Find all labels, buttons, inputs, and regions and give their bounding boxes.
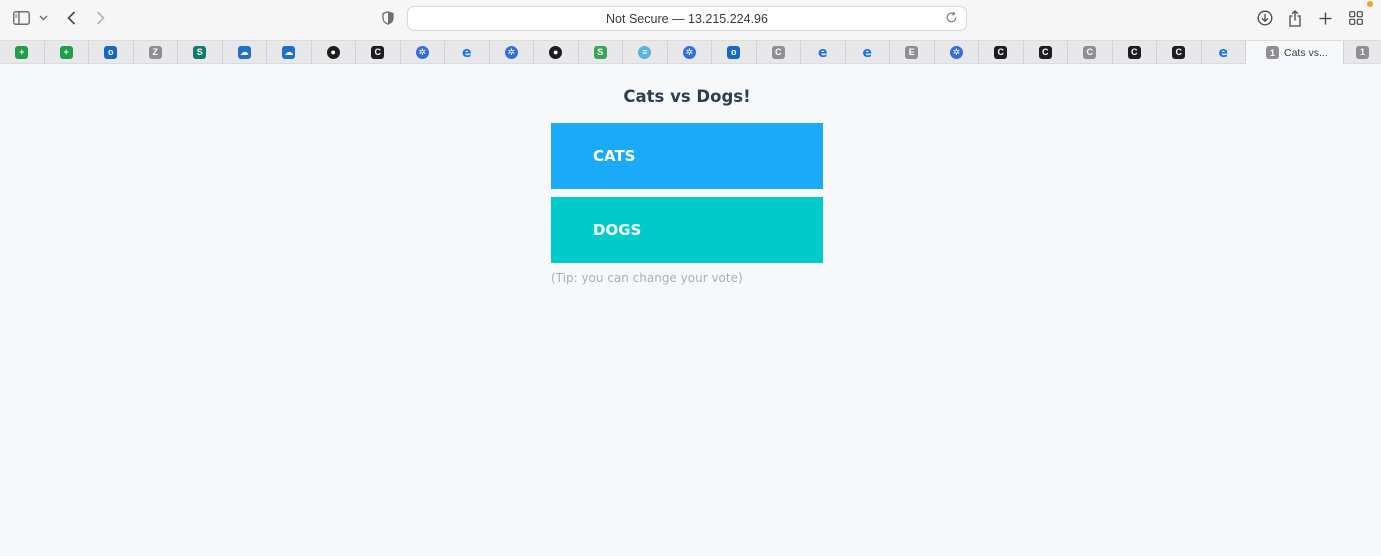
plus-icon[interactable]	[1317, 7, 1333, 29]
github-icon: ●	[326, 46, 340, 59]
e-icon: E	[905, 46, 919, 59]
vote-cats-button[interactable]: CATS	[551, 123, 823, 189]
shield-icon[interactable]	[380, 7, 396, 29]
pinned-tab[interactable]: C	[979, 41, 1024, 64]
notion-icon: C	[1038, 46, 1052, 59]
pinned-tab[interactable]: ☁	[267, 41, 312, 64]
outlook-icon: o	[727, 46, 741, 59]
pinned-tab[interactable]: C	[757, 41, 801, 64]
browser-toolbar: Not Secure — 13.215.224.96	[0, 0, 1381, 38]
sheets-icon: +	[59, 46, 73, 59]
pinned-tab[interactable]: o	[712, 41, 757, 64]
c-icon: C	[1083, 46, 1097, 59]
tab-label: Cats vs...	[1284, 46, 1328, 59]
kubernetes-icon: ✲	[949, 46, 963, 59]
pinned-tab[interactable]: C	[356, 41, 401, 64]
pinned-tab[interactable]: Z	[134, 41, 178, 64]
tab-badge: 1	[1266, 46, 1279, 59]
edge-icon: e	[862, 44, 873, 61]
pinned-tab[interactable]: C	[1068, 41, 1113, 64]
github-icon: ●	[549, 46, 563, 59]
reload-icon[interactable]	[945, 11, 958, 27]
c-icon: C	[771, 46, 785, 59]
notion-icon: C	[1172, 46, 1186, 59]
feedly-icon: S	[593, 46, 607, 59]
tab-cats-vs-dogs[interactable]: 1 Cats vs...	[1246, 41, 1344, 64]
address-text: Not Secure — 13.215.224.96	[606, 11, 768, 26]
pinned-tab[interactable]: e	[1202, 41, 1246, 64]
pinned-tab[interactable]: +	[45, 41, 89, 64]
download-icon[interactable]	[1256, 7, 1273, 29]
page-title: Cats vs Dogs!	[623, 87, 751, 106]
notion-icon: C	[994, 46, 1008, 59]
pinned-tab[interactable]: ●	[312, 41, 356, 64]
tab-bar: + + o Z S ☁ ☁ ● C ✲ e ✲ ● S ≡ ✲ o Ce e E ✲ C C C C Ce 1 Cats vs..…	[0, 40, 1381, 64]
sheets-icon: +	[15, 46, 29, 59]
onedrive-icon: ☁	[282, 46, 296, 59]
forward-button[interactable]	[93, 7, 107, 29]
tab-other[interactable]: 1	[1344, 41, 1381, 63]
pinned-tab[interactable]: +	[0, 41, 45, 64]
chevron-down-icon[interactable]	[38, 7, 48, 29]
pinned-tab[interactable]: C	[1113, 41, 1157, 64]
edge-icon: e	[818, 44, 828, 61]
pinned-tab[interactable]: o	[89, 41, 134, 64]
kubernetes-icon: ✲	[682, 46, 696, 59]
pinned-tab[interactable]: e	[846, 41, 890, 64]
pinned-tab[interactable]: ✲	[668, 41, 712, 64]
pinned-tab[interactable]: ☁	[223, 41, 267, 64]
sharepoint-icon: S	[193, 46, 207, 59]
share-icon[interactable]	[1287, 7, 1303, 29]
pinned-tab[interactable]: ●	[534, 41, 579, 64]
outlook-icon: o	[104, 46, 118, 59]
edge-icon: e	[1218, 44, 1229, 61]
pinned-tab[interactable]: S	[579, 41, 623, 64]
grid-icon[interactable]	[1348, 7, 1364, 29]
notion-icon: C	[371, 46, 385, 59]
kubernetes-icon: ✲	[504, 46, 518, 59]
sidebar-icon[interactable]	[12, 7, 30, 29]
vote-dogs-button[interactable]: DOGS	[551, 197, 823, 263]
tip-text: (Tip: you can change your vote)	[551, 271, 743, 285]
pinned-tab[interactable]: ≡	[623, 41, 668, 64]
onedrive-icon: ☁	[237, 46, 251, 59]
pinned-tab[interactable]: E	[890, 41, 935, 64]
pinned-tab[interactable]: ✲	[935, 41, 979, 64]
chevron-right-icon	[96, 11, 105, 25]
cisco-icon: ≡	[638, 46, 652, 59]
notion-icon: C	[1127, 46, 1141, 59]
chevron-left-icon	[66, 11, 75, 25]
pinned-tab[interactable]: ✲	[401, 41, 445, 64]
pinned-tab[interactable]: C	[1024, 41, 1068, 64]
pinned-tab[interactable]: S	[178, 41, 223, 64]
pinned-tab[interactable]: e	[801, 41, 846, 64]
zoom-icon: Z	[148, 46, 162, 59]
back-button[interactable]	[64, 7, 78, 29]
address-bar[interactable]: Not Secure — 13.215.224.96	[407, 6, 967, 31]
notification-dot	[1367, 1, 1373, 7]
edge-icon: e	[462, 44, 472, 61]
pinned-tab[interactable]: e	[445, 41, 490, 64]
pinned-tab[interactable]: ✲	[490, 41, 534, 64]
kubernetes-icon: ✲	[415, 46, 429, 59]
tab-badge: 1	[1356, 45, 1369, 59]
pinned-tab[interactable]: C	[1157, 41, 1202, 64]
